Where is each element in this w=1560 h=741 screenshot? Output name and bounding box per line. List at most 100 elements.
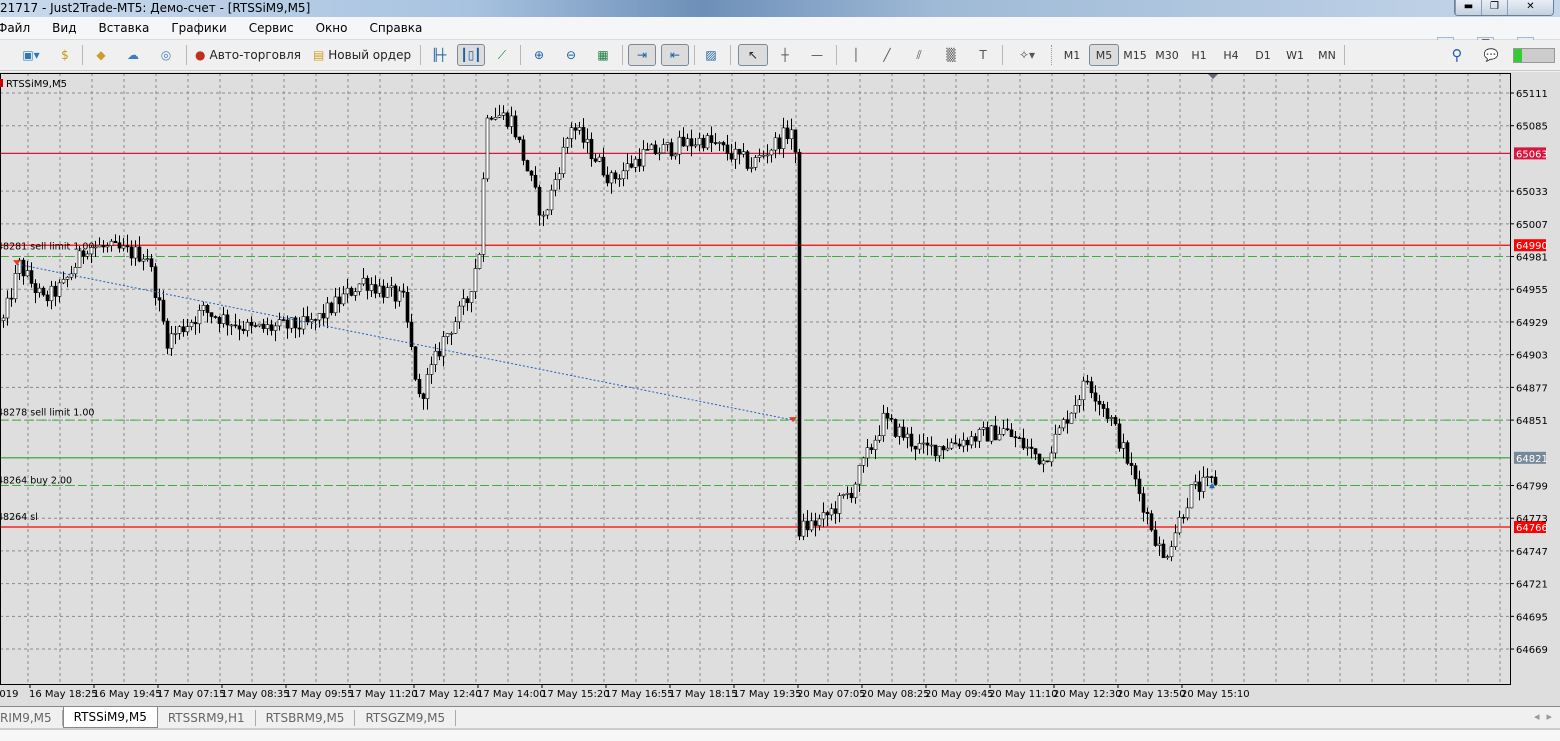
timeframe-h1[interactable]: H1 [1188,44,1210,66]
candle-bull [5,297,10,319]
zoom-out-icon[interactable]: ⊖ [560,44,582,66]
price-tick-label: 64903 [1516,351,1548,362]
candle-bear [321,313,326,319]
candle-bull [353,291,358,296]
candles [1,104,1218,562]
toolbar: ▣▾ $ ◆ ☁ ◎ ● Авто-торговля ▤ Новый ордер ╟… [0,40,1560,71]
tile-windows-icon[interactable]: ▦ [592,44,614,66]
fibonacci-icon[interactable]: ▒ [940,44,962,66]
search-icon[interactable]: ⚲ [1446,44,1468,66]
new-order-button[interactable]: ▤ Новый ордер [312,44,412,66]
close-button[interactable]: ✕ [1507,0,1553,15]
text-icon[interactable]: T [972,44,994,66]
tab-rtsbrm9-m5[interactable]: RTSBRM9,M5 [256,709,356,726]
price-tick-label: 64747 [1516,547,1548,558]
candle-bull [493,117,498,120]
timeframe-h4[interactable]: H4 [1220,44,1242,66]
price-tick-label: 64695 [1516,612,1548,623]
candle-bull [201,305,206,311]
candle-bull [717,142,722,144]
candle-bull [693,144,698,147]
candle-bear [797,151,802,537]
candle-bull [821,512,826,520]
candle-bear [305,316,310,323]
zoom-in-icon[interactable]: ⊕ [528,44,550,66]
menu-view[interactable]: Вид [52,21,76,35]
autoscroll-icon[interactable]: ⇥ [628,44,656,66]
market-icon[interactable]: ◆ [90,44,112,66]
timeframe-m1[interactable]: M1 [1060,44,1084,66]
tab-rtssim9-m5[interactable]: RTSSiM9,M5 [62,707,158,728]
shapes-icon[interactable]: ✧▾ [1010,44,1044,66]
line-chart-icon[interactable]: ⟋ [491,44,513,66]
candle-bear [725,144,730,154]
signals-icon[interactable]: ◎ [155,44,177,66]
candle-bull [369,284,374,291]
menu-service[interactable]: Сервис [249,21,294,35]
candle-bull [93,246,98,249]
chart-window[interactable]: 65063 64990 64821 64766 48281 sell limit 1.0… [0,72,1560,706]
candle-bear [1021,437,1026,449]
tab-rtssrm9-h1[interactable]: RTSSRM9,H1 [158,709,256,726]
menu-insert[interactable]: Вставка [98,21,149,35]
price-level-label: 64990 [1516,241,1548,252]
menu-window[interactable]: Окно [316,21,348,35]
candle-bear [701,137,706,149]
candle-bear [125,245,130,248]
cloud-icon[interactable]: ☁ [122,44,144,66]
tab-scroll-arrows[interactable]: ◂ ▸ [1534,710,1552,723]
candle-bear [401,290,406,293]
menu-file[interactable]: Файл [0,21,30,35]
timeframe-w1[interactable]: W1 [1284,44,1306,66]
timeframe-m30[interactable]: M30 [1154,44,1180,66]
candle-bear [437,350,442,357]
candle-bear [953,442,958,445]
timeframe-m5[interactable]: M5 [1089,44,1119,66]
tab-rtsgzm9-m5[interactable]: RTSGZM9,M5 [355,709,457,726]
candle-bear [605,174,610,184]
price-chart[interactable]: 6506364990648216476648281 sell limit 1.0… [0,72,1560,706]
time-tick-label: 16 May 18:25 [29,689,98,700]
tab-rim9-m5[interactable]: RIM9,M5 [0,709,63,726]
candle-bear [45,294,50,302]
vertical-line-icon[interactable]: │ [845,44,867,66]
minimize-button[interactable]: ▬ [1455,0,1481,15]
candle-bear [793,129,798,153]
candle-bull [1041,460,1046,465]
candlestick-chart-icon[interactable]: ┃▯┃ [457,44,485,66]
auto-trading-button[interactable]: ● Авто-торговля [194,44,302,66]
candle-bear [117,242,122,249]
time-tick-label: 20 May 11:10 [989,689,1058,700]
candle-bear [241,328,246,331]
candle-bear [1065,419,1070,424]
candle-bull [169,333,174,349]
candle-bull [765,154,770,157]
menu-charts[interactable]: Графики [171,21,226,35]
cursor-icon[interactable]: ↖ [738,44,768,66]
timeframe-mn[interactable]: MN [1315,44,1339,66]
chart-shift-icon[interactable]: ⇤ [661,44,689,66]
price-tick-label: 64955 [1516,285,1548,296]
candle-bull [741,151,746,155]
menu-help[interactable]: Справка [370,21,423,35]
templates-icon[interactable]: ▨ [700,44,722,66]
candle-bear [973,436,978,442]
crosshair-icon[interactable]: ┼ [774,44,796,66]
candle-bull [665,142,670,145]
candle-bull [65,276,70,280]
connection-status-indicator [1513,44,1555,66]
candle-bull [1,317,6,321]
profiles-icon[interactable]: ▣▾ [14,44,48,66]
trendline-icon[interactable]: ╱ [876,44,898,66]
timeframe-m15[interactable]: M15 [1122,44,1148,66]
timeframe-d1[interactable]: D1 [1252,44,1274,66]
candle-bear [253,325,258,327]
bar-chart-icon[interactable]: ╟┼ [428,44,450,66]
candle-bear [193,322,198,325]
maximize-button[interactable]: ❐ [1481,0,1507,15]
chat-icon[interactable]: 💬 [1478,44,1504,66]
price-tick-label: 65085 [1516,122,1548,133]
horizontal-line-icon[interactable]: — [806,44,828,66]
equidistant-channel-icon[interactable]: ⫽ [908,44,930,66]
data-window-icon[interactable]: $ [54,44,76,66]
